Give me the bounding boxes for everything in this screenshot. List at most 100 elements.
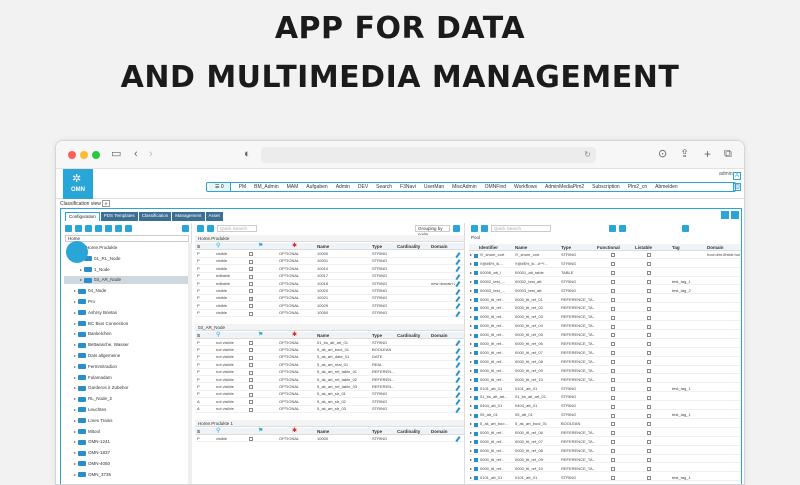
functional-checkbox[interactable] <box>611 253 615 258</box>
edit-pencil-icon[interactable] <box>455 288 461 295</box>
attribute-row[interactable]: Peditable OPTIONAL 10018 STRING new domain v… <box>195 281 464 288</box>
functional-checkbox[interactable] <box>611 288 615 293</box>
download-icon[interactable]: ⊙ <box>658 147 667 161</box>
mandatory-checkbox[interactable] <box>249 252 253 257</box>
section-03-ar-node[interactable]: 03_AR_Node <box>195 323 464 331</box>
filter-icon[interactable] <box>115 225 122 232</box>
functional-checkbox[interactable] <box>611 297 615 302</box>
pool-row[interactable]: ▸ 0000_ttl_ref... 0000_ttl_ref_01 REFERENCE… <box>469 297 741 304</box>
menu-item[interactable]: PM <box>235 182 251 192</box>
tree-item[interactable]: ▸ OMN-4050 <box>64 460 110 468</box>
edit-pencil-icon[interactable] <box>455 355 461 361</box>
mandatory-checkbox[interactable] <box>249 340 253 345</box>
attribute-row[interactable]: Pvisible OPTIONAL 10010 STRING <box>195 266 464 273</box>
column-header[interactable]: Cardinality <box>397 428 420 435</box>
edit-pencil-icon[interactable] <box>455 296 461 302</box>
pool-row[interactable]: ▸ 0000_ttl_ref... 0000_ttl_ref_07 REFERENCE… <box>469 439 741 446</box>
pool-row[interactable]: ▸ 0404_att_01 0404_att_01 STRING <box>469 403 741 411</box>
add-attribute-icon[interactable] <box>197 225 204 232</box>
column-header[interactable]: Type <box>372 243 382 250</box>
functional-checkbox[interactable] <box>611 475 615 480</box>
functional-checkbox[interactable] <box>611 413 615 418</box>
listable-checkbox[interactable] <box>647 253 651 258</box>
attribute-row[interactable]: Pnot visible OPTIONAL 5_ak_art_bool_01 BOOL… <box>195 347 464 354</box>
tree-item[interactable]: ▸ 04_Node <box>64 287 106 295</box>
expand-row-icon[interactable]: ▸ <box>470 350 472 357</box>
attribute-row[interactable]: Pnot visible OPTIONAL 5_ak_art_real_01 REAL <box>195 362 464 369</box>
new-tab-icon[interactable]: + <box>704 147 711 161</box>
quick-search-input[interactable]: Quick Search <box>217 225 257 232</box>
pool-row[interactable]: ▸ 0101_att_01 0101_att_01 STRING test_tag_1 <box>469 386 741 393</box>
functional-checkbox[interactable] <box>611 449 615 454</box>
pool-row[interactable]: ▸ 0000_ttl_ref... 0000_ttl_ref_04 REFERENCE… <box>469 323 741 330</box>
menu-item[interactable]: DEV <box>354 182 372 192</box>
pool-row[interactable]: ▸ 00002_test_... 00002_test_att STRING test_… <box>469 279 741 286</box>
tree-item[interactable]: ▸ Mitool <box>64 428 100 436</box>
tree-scrollbar[interactable] <box>188 243 192 484</box>
mandatory-checkbox[interactable] <box>249 436 253 441</box>
attribute-row[interactable]: Pnot visible OPTIONAL 5_ak_art_date_01 DATE <box>195 354 464 362</box>
listable-checkbox[interactable] <box>647 360 651 365</box>
expand-row-icon[interactable]: ▸ <box>470 377 472 384</box>
menu-item[interactable]: Admin <box>332 182 354 192</box>
attribute-row[interactable]: Pnot visible OPTIONAL 5_ak_art_ref_table_0… <box>195 369 464 376</box>
pool-row[interactable]: ▸ !!!_shum_cort !!!_shum_cort STRING hoci:dm… <box>469 252 741 259</box>
expand-row-icon[interactable]: ▸ <box>470 394 472 401</box>
column-header[interactable]: Identifier <box>479 244 498 251</box>
functional-checkbox[interactable] <box>611 386 615 391</box>
column-header[interactable]: S <box>197 332 200 339</box>
pool-row[interactable]: ▸ 0000_ttl_ref... 0000_ttl_ref_10 REFERENCE… <box>469 377 741 384</box>
pool-row[interactable]: ▸ 0000_ttl_ref... 0000_ttl_ref_09 REFERENCE… <box>469 457 741 464</box>
column-header[interactable]: Type <box>372 332 382 339</box>
tab-management[interactable]: Management <box>172 212 205 221</box>
pool-row[interactable]: ▸ 0000_ttl_ref... 0000_ttl_ref_06 REFERENCE… <box>469 430 741 437</box>
tree-item[interactable]: ▸ Fermmitradion <box>64 363 117 371</box>
mandatory-checkbox[interactable] <box>249 348 253 353</box>
attribute-row[interactable]: Pvisible OPTIONAL 10001 STRING <box>195 258 464 266</box>
font-size-icon[interactable]: A <box>733 172 741 180</box>
tree-item[interactable]: ▸ Pro <box>64 298 95 306</box>
attribute-row[interactable]: Pnot visible OPTIONAL 5_ak_art_ref_table_0… <box>195 377 464 384</box>
mandatory-checkbox[interactable] <box>249 370 253 375</box>
expand-row-icon[interactable]: ▸ <box>470 270 472 277</box>
menu-item[interactable]: Aufgaben <box>302 182 331 192</box>
column-header[interactable]: Cardinality <box>397 243 420 250</box>
sidebar-toggle-icon[interactable]: ▭ <box>111 147 121 161</box>
attribute-row[interactable]: Pvisible OPTIONAL 10000 STRING <box>195 251 464 258</box>
edit-icon[interactable] <box>105 225 112 232</box>
expand-row-icon[interactable]: ▸ <box>470 466 472 473</box>
tree-item[interactable]: ▸ OMN-1241 <box>64 438 110 446</box>
mandatory-checkbox[interactable] <box>249 289 253 294</box>
edit-pencil-icon[interactable] <box>455 406 461 413</box>
tab-overview-icon[interactable]: ⧉ <box>724 147 732 161</box>
pool-row[interactable]: ▸ 0000_ttl_ref... 0000_ttl_ref_09 REFERENCE… <box>469 368 741 375</box>
edit-pencil-icon[interactable] <box>455 362 461 369</box>
column-header[interactable]: Name <box>515 244 527 251</box>
listable-checkbox[interactable] <box>647 395 651 400</box>
tree-item[interactable]: ▸ Fulamadam <box>64 374 112 382</box>
attribute-row[interactable]: Anot visible OPTIONAL 5_ak_art_str_02 STRIN… <box>195 399 464 406</box>
tree-item[interactable]: ▸ BC Bios Connection <box>64 320 128 328</box>
functional-checkbox[interactable] <box>611 315 615 320</box>
column-header[interactable]: S <box>197 428 200 435</box>
attribute-row[interactable]: Anot visible OPTIONAL 5_ak_art_str_03 STRIN… <box>195 406 464 413</box>
column-header[interactable]: S <box>197 243 200 250</box>
pool-row[interactable]: ▸ 0000_ttl_ref... 0000_ttl_ref_08 REFERENCE… <box>469 359 741 366</box>
tree-item[interactable]: ▸ Ashrsy Brietas <box>64 309 117 317</box>
column-header[interactable]: Name <box>317 428 329 435</box>
listable-checkbox[interactable] <box>647 431 651 436</box>
functional-checkbox[interactable] <box>611 431 615 436</box>
tree-item[interactable]: ▸ Bettwasche, Wasser <box>64 341 129 349</box>
listable-checkbox[interactable] <box>647 404 651 409</box>
pool-row[interactable]: ▸ 0101_att_01 0101_att_01 STRING test_tag_1 <box>469 475 741 482</box>
edit-pencil-icon[interactable] <box>455 251 461 258</box>
tree-item[interactable]: ▸ Dats allgemeine <box>64 352 120 360</box>
pool-row[interactable]: ▸ 0000_ttl_ref... 0000_ttl_ref_02 REFERENCE… <box>469 305 741 313</box>
functional-checkbox[interactable] <box>611 333 615 338</box>
column-header[interactable]: Type <box>561 244 571 251</box>
edit-pencil-icon[interactable] <box>455 436 461 442</box>
listable-checkbox[interactable] <box>647 475 651 480</box>
pool-row[interactable]: ▸ 05_att_01 05_att_01 STRING test_tag_1 <box>469 412 741 419</box>
menu-item[interactable]: F3Navi <box>396 182 420 192</box>
mandatory-checkbox[interactable] <box>249 392 253 397</box>
